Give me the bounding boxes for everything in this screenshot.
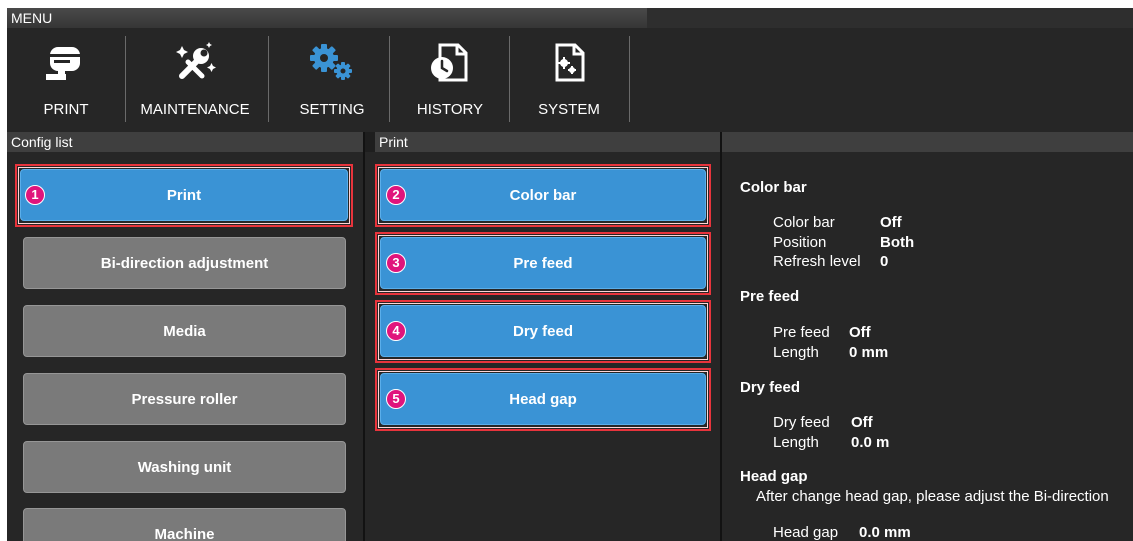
detail-row: Length (773, 434, 819, 451)
config-item-label: Print (166, 186, 202, 204)
print-panel-header: Print (375, 132, 720, 152)
app-window: MENU PRINT MAINTENANCE SETTING HISTORY S… (7, 8, 1133, 541)
detail-key: Pre feed (773, 324, 830, 341)
toolbar-maintenance-label: MAINTENANCE (140, 101, 250, 118)
detail-value: Off (880, 214, 902, 231)
detail-section-title: Color bar (740, 179, 807, 196)
detail-section-title: Dry feed (740, 379, 801, 396)
toolbar-divider (268, 36, 269, 122)
toolbar-system-button[interactable]: SYSTEM (519, 28, 619, 132)
detail-value: Both (880, 234, 915, 251)
history-icon (431, 43, 468, 82)
callout-marker: 3 (386, 253, 406, 273)
print-item-pre-feed[interactable]: Pre feed (380, 237, 706, 289)
detail-value: Off (849, 324, 871, 341)
maintenance-icon (176, 42, 216, 79)
detail-value: 0.0 m (851, 434, 890, 451)
detail-key: Dry feed (773, 414, 830, 431)
config-item-print[interactable]: Print (20, 169, 348, 221)
menu-bar-shade (647, 8, 1133, 28)
print-item-label: Color bar (509, 186, 577, 204)
print-item-head-gap[interactable]: Head gap (380, 373, 706, 425)
toolbar-divider (389, 36, 390, 122)
menu-bar: MENU (7, 8, 1133, 28)
toolbar-print-label: PRINT (43, 101, 89, 118)
detail-key: Position (773, 234, 827, 251)
detail-section-title: Head gap (740, 468, 808, 485)
config-item-bi-direction-adjustment[interactable]: Bi-direction adjustment (23, 237, 346, 289)
detail-value: 0 (880, 253, 889, 270)
config-item-media[interactable]: Media (23, 305, 346, 357)
config-list-header: Config list (7, 132, 363, 152)
detail-value: Off (851, 414, 873, 431)
print-item-color-bar[interactable]: Color bar (380, 169, 706, 221)
detail-key: Length (773, 434, 819, 451)
callout-marker: 1 (25, 185, 45, 205)
details-panel: Color bar Color bar Off Position Both Re… (722, 152, 1133, 541)
print-icon (46, 47, 80, 80)
callout-marker: 5 (386, 389, 406, 409)
detail-key: Length (773, 344, 819, 361)
print-item-label: Dry feed (512, 322, 574, 340)
detail-note: After change head gap, please adjust the… (756, 488, 1109, 505)
callout-marker: 4 (386, 321, 406, 341)
detail-key: Head gap (773, 524, 839, 541)
detail-row: Color bar (773, 214, 835, 231)
detail-row: Length (773, 344, 819, 361)
detail-row: Head gap (773, 524, 838, 541)
detail-row: Dry feed (773, 414, 830, 431)
toolbar-divider (125, 36, 126, 122)
toolbar-setting-label: SETTING (299, 101, 365, 118)
detail-row: Pre feed (773, 324, 830, 341)
print-item-label: Pre feed (513, 254, 573, 272)
config-item-pressure-roller[interactable]: Pressure roller (23, 373, 346, 425)
toolbar-divider (509, 36, 510, 122)
toolbar-divider (629, 36, 630, 122)
toolbar-setting-button[interactable]: SETTING (279, 28, 385, 132)
menu-title: MENU (11, 10, 53, 26)
detail-key: Color bar (773, 214, 835, 231)
config-item-machine[interactable]: Machine (23, 508, 346, 541)
config-item-label: Machine (154, 525, 215, 541)
toolbar-system-label: SYSTEM (538, 101, 600, 118)
detail-key: Refresh level (773, 253, 861, 270)
detail-section-title: Pre feed (740, 288, 800, 305)
detail-row: Refresh level (773, 253, 861, 270)
print-item-label: Head gap (509, 390, 577, 408)
detail-value: 0.0 mm (859, 524, 911, 541)
detail-value: 0 mm (849, 344, 889, 361)
callout-marker: 2 (386, 185, 406, 205)
config-item-label: Washing unit (137, 458, 232, 476)
system-icon (555, 43, 585, 82)
detail-row: Position (773, 234, 826, 251)
config-item-washing-unit[interactable]: Washing unit (23, 441, 346, 493)
toolbar: PRINT MAINTENANCE SETTING HISTORY SYSTEM (7, 28, 1133, 132)
config-item-label: Media (163, 322, 206, 340)
toolbar-maintenance-button[interactable]: MAINTENANCE (135, 28, 255, 132)
details-header (722, 132, 1133, 152)
toolbar-history-label: HISTORY (416, 101, 484, 118)
toolbar-history-button[interactable]: HISTORY (399, 28, 501, 132)
setting-icon (310, 44, 352, 80)
config-item-label: Pressure roller (131, 390, 238, 408)
toolbar-print-button[interactable]: PRINT (27, 28, 105, 132)
print-item-dry-feed[interactable]: Dry feed (380, 305, 706, 357)
config-item-label: Bi-direction adjustment (100, 254, 269, 272)
